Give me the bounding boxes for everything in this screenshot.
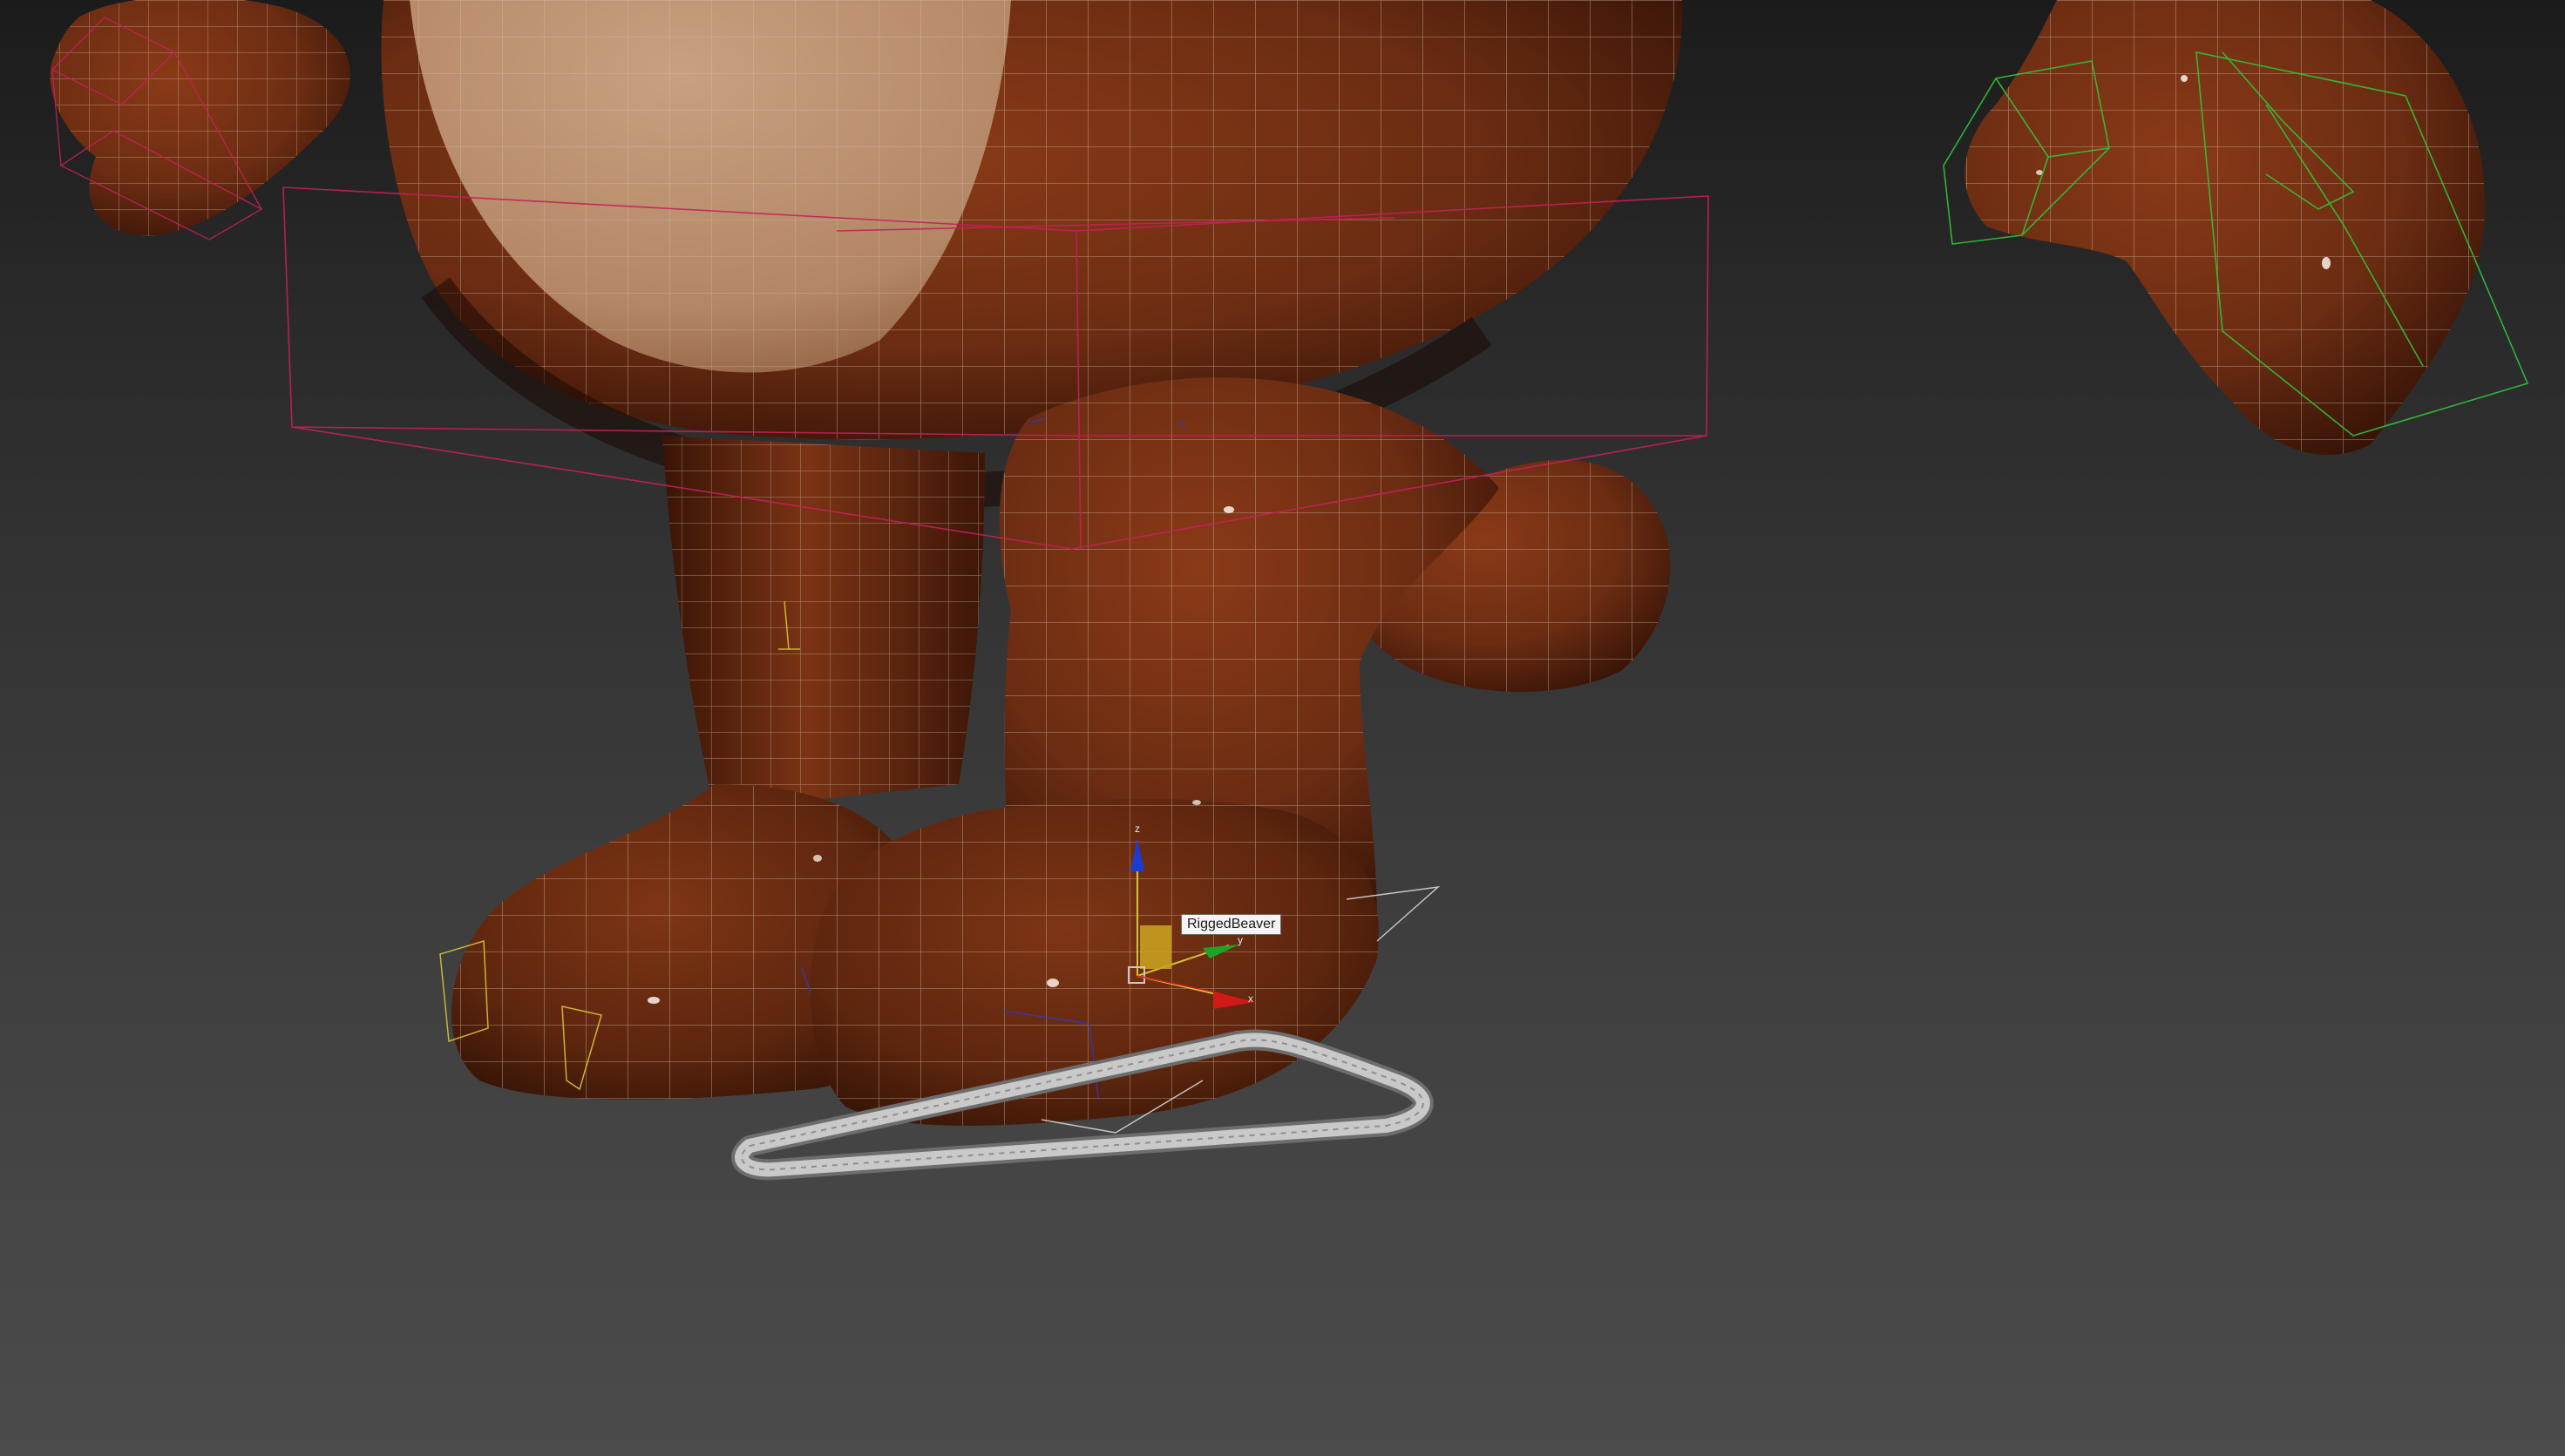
gizmo-plane-handle[interactable] — [1140, 925, 1171, 969]
selected-object-label: RiggedBeaver — [1181, 914, 1282, 935]
viewport-scene[interactable]: z y x — [0, 0, 2565, 1456]
3d-viewport[interactable]: z y x RiggedBeaver — [0, 0, 2565, 1456]
gizmo-x-label: x — [1248, 992, 1253, 1005]
beaver-right-hand[interactable] — [1964, 0, 2486, 455]
gizmo-z-label: z — [1135, 823, 1140, 835]
gizmo-y-label: y — [1238, 934, 1243, 946]
beaver-left-hand[interactable] — [50, 0, 350, 236]
